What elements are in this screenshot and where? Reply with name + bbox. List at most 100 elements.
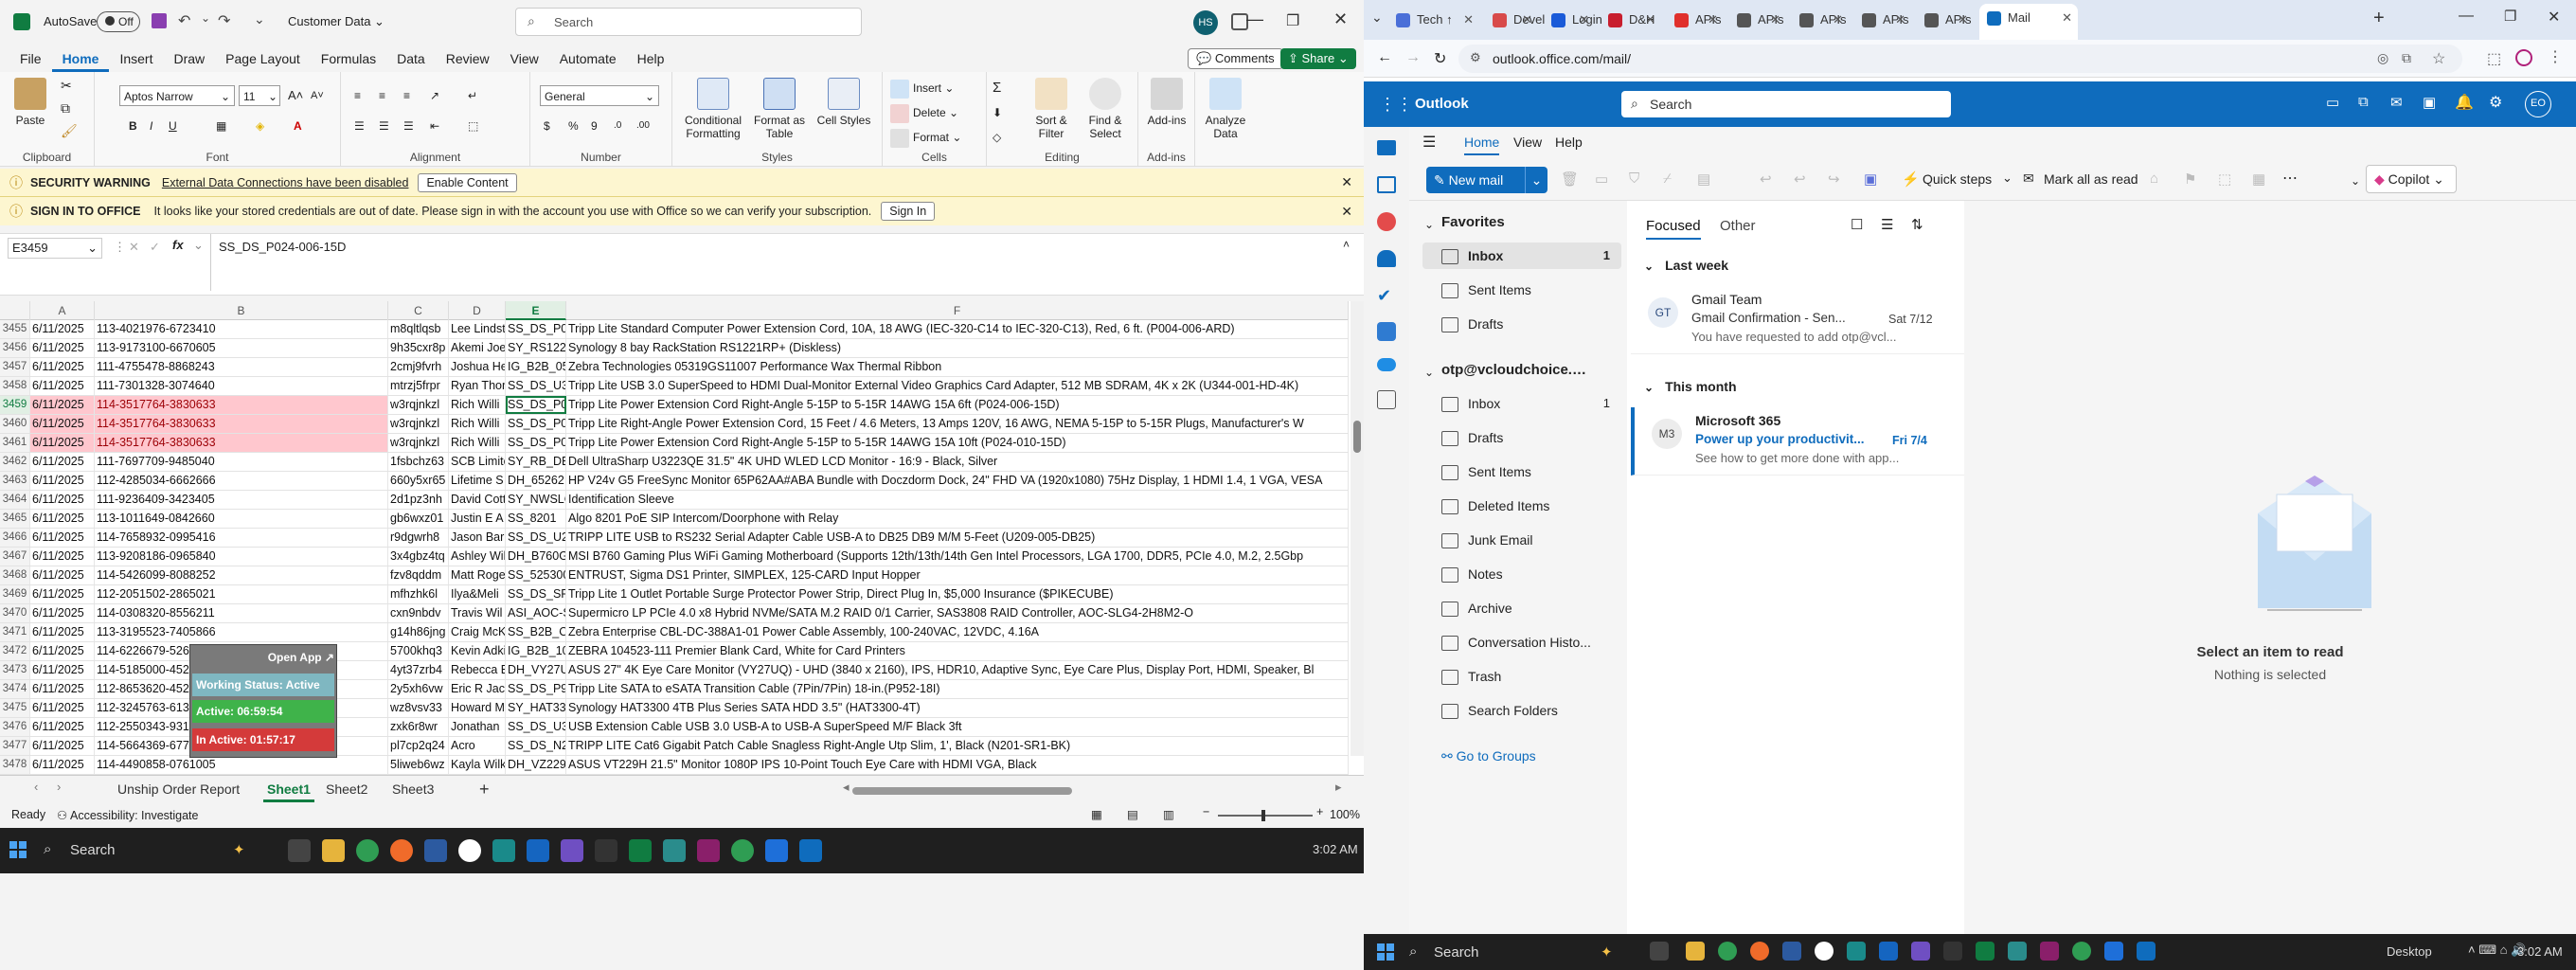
cell-a[interactable]: 6/11/2025 xyxy=(30,434,95,452)
clear-icon[interactable]: ◇ xyxy=(993,127,1001,148)
column-header-a[interactable]: A xyxy=(30,301,95,320)
open-app-link[interactable]: Open App ↗ xyxy=(190,651,334,664)
tab-formulas[interactable]: Formulas xyxy=(311,45,386,72)
cut-icon[interactable]: ✂ xyxy=(61,78,72,94)
cell-b[interactable]: 113-1011649-0842660 xyxy=(95,510,388,528)
cell-f[interactable]: Synology HAT3300 4TB Plus Series SATA HD… xyxy=(566,699,1349,717)
cell-f[interactable]: ASUS 27" 4K Eye Care Monitor (VY27UQ) - … xyxy=(566,661,1349,679)
mark-all-read-button[interactable]: Mark all as read xyxy=(2044,171,2138,187)
cell-c[interactable]: zxk6r8wr xyxy=(388,718,449,736)
cell-e[interactable]: SS_DS_P02 xyxy=(506,415,566,433)
restore-icon[interactable]: ❐ xyxy=(1286,11,1299,30)
app-icon-2[interactable] xyxy=(458,839,481,862)
close-tab-icon[interactable]: ✕ xyxy=(1770,6,1780,34)
cell-b[interactable]: 114-3517764-3830633 xyxy=(95,415,388,433)
cell-f[interactable]: Synology 8 bay RackStation RS1221RP+ (Di… xyxy=(566,339,1349,357)
row-number[interactable]: 3478 xyxy=(0,756,30,774)
cell-f[interactable]: Tripp Lite SATA to eSATA Transition Cabl… xyxy=(566,680,1349,698)
cell-c[interactable]: g14h86jng xyxy=(388,623,449,641)
cell-e[interactable]: SS_DS_U3( xyxy=(506,377,566,395)
account-folder[interactable]: Inbox 1 xyxy=(1441,390,1621,417)
row-number[interactable]: 3467 xyxy=(0,548,30,566)
cell-d[interactable]: Rebecca E xyxy=(449,661,506,679)
browser-restore-icon[interactable]: ❐ xyxy=(2504,8,2516,25)
row-number[interactable]: 3466 xyxy=(0,529,30,547)
cell-a[interactable]: 6/11/2025 xyxy=(30,529,95,547)
row-number[interactable]: 3474 xyxy=(0,680,30,698)
copilot-sparkle-icon-2[interactable]: ✦ xyxy=(1601,943,1613,961)
reload-icon[interactable]: ↻ xyxy=(1434,49,1446,68)
taskbar-search-2[interactable]: Search xyxy=(1434,944,1479,961)
select-mode-icon[interactable]: ☐ xyxy=(1851,216,1863,233)
cell-a[interactable]: 6/11/2025 xyxy=(30,453,95,471)
tab-view[interactable]: View xyxy=(500,45,549,72)
sign-in-button[interactable]: Sign In xyxy=(881,202,936,221)
cell-c[interactable]: 2d1pz3nh xyxy=(388,491,449,509)
cell-c[interactable]: 3x4gbz4tq xyxy=(388,548,449,566)
vscode-icon[interactable] xyxy=(765,839,788,862)
onedrive-icon[interactable] xyxy=(1377,358,1396,371)
close-tab-icon[interactable]: ✕ xyxy=(1645,6,1655,34)
formula-input[interactable]: SS_DS_P024-006-15D xyxy=(210,234,1337,291)
archive-icon[interactable]: ▭ xyxy=(1595,171,1608,188)
outlook-app-name[interactable]: Outlook xyxy=(1415,96,1469,112)
row-number[interactable]: 3471 xyxy=(0,623,30,641)
cell-a[interactable]: 6/11/2025 xyxy=(30,472,95,490)
customize-toolbar-icon[interactable]: ⌄ xyxy=(254,11,265,27)
cell-d[interactable]: Joshua He xyxy=(449,358,506,376)
cell-f[interactable]: Tripp Lite Power Extension Cord Right-An… xyxy=(566,396,1349,414)
page-layout-icon[interactable]: ▤ xyxy=(1127,807,1138,821)
cell-f[interactable]: Supermicro LP PCIe 4.0 x8 Hybrid NVMe/SA… xyxy=(566,604,1349,622)
cell-c[interactable]: 2cmj9fvrh xyxy=(388,358,449,376)
decrease-indent-icon[interactable]: ⇤ xyxy=(430,116,439,136)
normal-view-icon[interactable]: ▦ xyxy=(1091,807,1102,821)
extensions-icon[interactable]: ⬚ xyxy=(2487,49,2501,68)
cell-f[interactable]: ASUS VT229H 21.5" Monitor 1080P IPS 10-P… xyxy=(566,756,1349,774)
bold-icon[interactable]: B xyxy=(129,116,137,136)
cell-f[interactable]: HP V24v G5 FreeSync Monitor 65P62AA#ABA … xyxy=(566,472,1349,490)
tab-list-icon[interactable]: ⌄ xyxy=(1371,9,1383,26)
cell-b[interactable]: 114-3517764-3830633 xyxy=(95,396,388,414)
cell-e[interactable]: SS_8201 xyxy=(506,510,566,528)
snooze-icon[interactable]: ▦ xyxy=(2252,171,2265,188)
cell-e[interactable]: SS_525300 xyxy=(506,566,566,584)
outlook-search-box[interactable]: ⌕ Search xyxy=(1621,91,1951,117)
cell-d[interactable]: Jason Bar xyxy=(449,529,506,547)
cell-e[interactable]: SY_RS1221 xyxy=(506,339,566,357)
cell-c[interactable]: mtrzj5frpr xyxy=(388,377,449,395)
app-icon-7[interactable] xyxy=(663,839,686,862)
paste-button[interactable]: Paste xyxy=(11,78,49,127)
scroll-left-icon[interactable]: ◂ xyxy=(843,780,850,795)
formula-menu-icon[interactable]: ⋮ xyxy=(114,240,126,255)
cell-a[interactable]: 6/11/2025 xyxy=(30,718,95,736)
cell-a[interactable]: 6/11/2025 xyxy=(30,680,95,698)
chrome-icon-4[interactable] xyxy=(2072,942,2091,961)
column-header-d[interactable]: D xyxy=(449,301,506,320)
app-icon-8[interactable] xyxy=(697,839,720,862)
row-number[interactable]: 3458 xyxy=(0,377,30,395)
cell-e[interactable]: DH_VY27U xyxy=(506,661,566,679)
teams-icon[interactable]: ⧉ xyxy=(2358,94,2369,110)
profile-icon[interactable] xyxy=(2515,49,2532,66)
cell-e[interactable]: SS_DS_SPI xyxy=(506,585,566,603)
excel-taskbar-icon-2[interactable] xyxy=(1976,942,1995,961)
browser-tab[interactable]: Devel ✕ xyxy=(1485,6,1545,34)
cell-f[interactable]: ZEBRA 104523-111 Premier Blank Card, Whi… xyxy=(566,642,1349,660)
page-break-icon[interactable]: ▥ xyxy=(1163,807,1174,821)
cell-d[interactable]: Lifetime S xyxy=(449,472,506,490)
cell-f[interactable]: Tripp Lite Right-Angle Power Extension C… xyxy=(566,415,1349,433)
cancel-formula-icon[interactable]: ✕ xyxy=(129,240,139,255)
cell-b[interactable]: 111-4755478-8868243 xyxy=(95,358,388,376)
insert-function-icon[interactable]: fx xyxy=(172,238,184,252)
row-number[interactable]: 3473 xyxy=(0,661,30,679)
app-icon-5[interactable] xyxy=(561,839,583,862)
close-tab-icon[interactable]: ✕ xyxy=(1522,6,1532,34)
sweep-icon[interactable]: ⌿ xyxy=(1663,171,1672,187)
taskbar-search[interactable]: Search xyxy=(70,842,116,858)
cell-c[interactable]: 5liweb6wz xyxy=(388,756,449,774)
cell-a[interactable]: 6/11/2025 xyxy=(30,661,95,679)
more-apps-icon[interactable] xyxy=(1377,390,1396,409)
cell-b[interactable]: 113-4021976-6723410 xyxy=(95,320,388,338)
cell-a[interactable]: 6/11/2025 xyxy=(30,510,95,528)
close-tab-icon[interactable]: ✕ xyxy=(1463,6,1474,34)
